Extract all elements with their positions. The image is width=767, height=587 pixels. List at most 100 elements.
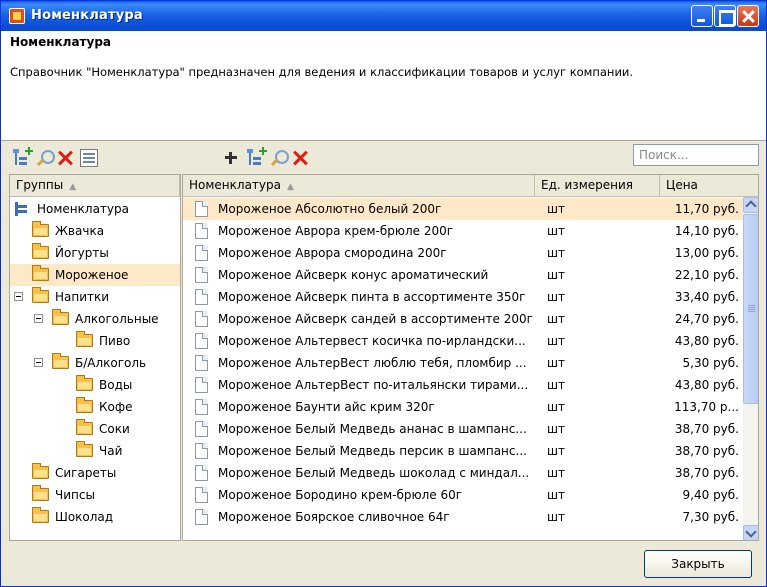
unit-column-label: Ед. измерения [541, 178, 633, 192]
table-row[interactable]: Мороженое Аврора смородина 200г шт 13,00 р… [183, 242, 743, 264]
maximize-button[interactable] [714, 5, 736, 27]
collapse-toggle-icon[interactable] [34, 314, 43, 323]
scroll-down-button[interactable] [743, 525, 758, 540]
close-window-button[interactable] [737, 5, 759, 27]
add-subgroup-icon[interactable] [247, 147, 267, 167]
item-name: Мороженое Боярское сливочное 64г [218, 510, 450, 524]
tree-item[interactable]: Сигареты [10, 462, 180, 484]
folder-icon [52, 353, 69, 369]
item-price: 43,80 руб. [674, 334, 739, 348]
item-price: 13,00 руб. [674, 246, 739, 260]
collapse-toggle-icon[interactable] [14, 292, 23, 301]
table-row[interactable]: Мороженое Баунти айс крим 320г шт 113,70 р… [183, 396, 743, 418]
tree-item[interactable]: Алкогольные [10, 308, 180, 330]
tree-item[interactable]: Чипсы [10, 484, 180, 506]
tree-item-label: Мороженое [55, 268, 129, 282]
groups-column-label: Группы [16, 178, 64, 192]
document-icon [195, 289, 208, 305]
folder-icon [32, 485, 49, 501]
name-column-header[interactable]: Номенклатура ▲ [183, 175, 535, 197]
find-item-icon[interactable] [270, 149, 289, 167]
app-icon [9, 8, 25, 24]
table-row[interactable]: Мороженое Боярское сливочное 64г шт 7,30 р… [183, 506, 743, 528]
tree-item[interactable]: Шоколад [10, 506, 180, 528]
price-column-header[interactable]: Цена [660, 175, 758, 197]
group-properties-icon[interactable] [80, 149, 98, 167]
item-unit: шт [547, 224, 565, 238]
item-name: Мороженое Белый Медведь персик в шампанс… [218, 444, 527, 458]
add-item-icon[interactable] [222, 149, 240, 167]
delete-item-icon[interactable] [291, 149, 309, 167]
table-row[interactable]: Мороженое Абсолютно белый 200г шт 11,70 ру… [183, 198, 743, 220]
sort-asc-icon: ▲ [286, 182, 294, 192]
groups-tree[interactable]: Группы ▲ Номенклатура Жвачка Йогурты Морожен… [9, 174, 181, 541]
tree-item-label: Чипсы [55, 488, 95, 502]
tree-item-label: Алкогольные [75, 312, 159, 326]
table-row[interactable]: Мороженое Айсверк сандей в ассортименте … [183, 308, 743, 330]
delete-group-icon[interactable] [56, 149, 74, 167]
table-row[interactable]: Мороженое Бородино крем-брюле 60г шт 9,40 … [183, 484, 743, 506]
title-bar[interactable]: Номенклатура [1, 1, 766, 31]
header-panel [1, 31, 766, 141]
item-unit: шт [547, 356, 565, 370]
folder-icon [32, 243, 49, 259]
search-input[interactable] [633, 144, 759, 166]
folder-icon [76, 331, 93, 347]
tree-item[interactable]: Соки [10, 418, 180, 440]
tree-item[interactable]: Йогурты [10, 242, 180, 264]
table-row[interactable]: Мороженое Белый Медведь ананас в шампанс… [183, 418, 743, 440]
tree-item[interactable]: Напитки [10, 286, 180, 308]
table-row[interactable]: Мороженое АльтерВест люблю тебя, пломбир… [183, 352, 743, 374]
tree-item[interactable]: Жвачка [10, 220, 180, 242]
folder-icon [32, 265, 49, 281]
item-unit: шт [547, 202, 565, 216]
groups-column-header[interactable]: Группы ▲ [10, 175, 180, 197]
item-name: Мороженое Айсверк пинта в ассортименте 3… [218, 290, 526, 304]
add-group-icon[interactable] [13, 147, 33, 167]
root-icon [14, 202, 28, 216]
unit-column-header[interactable]: Ед. измерения [535, 175, 660, 197]
item-name: Мороженое Альтервест косичка по-ирландск… [218, 334, 526, 348]
scroll-up-button[interactable] [743, 197, 758, 213]
tree-item[interactable]: Воды [10, 374, 180, 396]
collapse-toggle-icon[interactable] [34, 358, 43, 367]
scroll-thumb[interactable] [743, 214, 758, 404]
table-row[interactable]: Мороженое Белый Медведь шоколад с миндал… [183, 462, 743, 484]
window-title: Номенклатура [31, 8, 143, 23]
tree-item-label: Чай [99, 444, 123, 458]
vertical-scrollbar[interactable] [743, 197, 758, 540]
tree-item[interactable]: Чай [10, 440, 180, 462]
item-name: Мороженое АльтерВест по-итальянски тирам… [218, 378, 529, 392]
window: Номенклатура Номенклатура Справочник "Но… [0, 0, 767, 587]
folder-icon [76, 375, 93, 391]
minimize-button[interactable] [691, 5, 713, 27]
item-unit: шт [547, 400, 565, 414]
item-price: 38,70 руб. [674, 444, 739, 458]
close-button[interactable]: Закрыть [644, 550, 752, 578]
table-row[interactable]: Мороженое АльтерВест по-итальянски тирам… [183, 374, 743, 396]
item-name: Мороженое Аврора крем-брюле 200г [218, 224, 454, 238]
tree-item[interactable]: Пиво [10, 330, 180, 352]
document-icon [195, 311, 208, 327]
document-icon [195, 421, 208, 437]
table-row[interactable]: Мороженое Аврора крем-брюле 200г шт 14,10 … [183, 220, 743, 242]
item-unit: шт [547, 444, 565, 458]
item-unit: шт [547, 312, 565, 326]
tree-item-label: Сигареты [55, 466, 117, 480]
item-price: 22,10 руб. [674, 268, 739, 282]
table-row[interactable]: Мороженое Айсверк конус ароматический шт 2… [183, 264, 743, 286]
items-table[interactable]: Номенклатура ▲ Ед. измерения Цена Морожен… [182, 174, 759, 541]
document-icon [195, 443, 208, 459]
tree-item[interactable]: Номенклатура [10, 198, 180, 220]
table-row[interactable]: Мороженое Айсверк пинта в ассортименте 3… [183, 286, 743, 308]
tree-item[interactable]: Мороженое [10, 264, 180, 286]
document-icon [195, 377, 208, 393]
find-group-icon[interactable] [36, 149, 55, 167]
table-row[interactable]: Мороженое Альтервест косичка по-ирландск… [183, 330, 743, 352]
item-unit: шт [547, 268, 565, 282]
item-name: Мороженое Айсверк сандей в ассортименте … [218, 312, 533, 326]
folder-icon [76, 419, 93, 435]
table-row[interactable]: Мороженое Белый Медведь персик в шампанс… [183, 440, 743, 462]
tree-item[interactable]: Б/Алкоголь [10, 352, 180, 374]
tree-item[interactable]: Кофе [10, 396, 180, 418]
